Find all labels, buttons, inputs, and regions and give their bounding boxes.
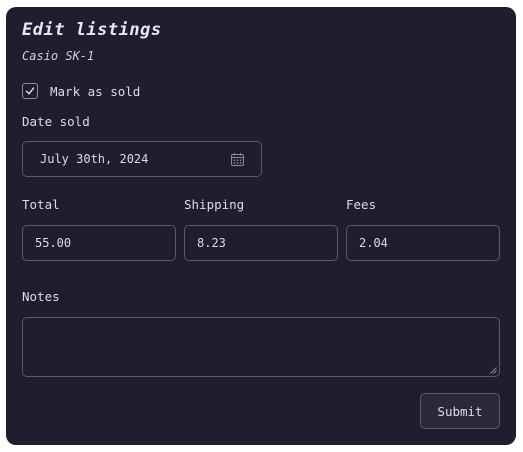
- notes-textarea[interactable]: [22, 317, 500, 377]
- mark-sold-row[interactable]: Mark as sold: [22, 82, 140, 100]
- notes-label: Notes: [22, 289, 60, 304]
- date-sold-field[interactable]: July 30th, 2024: [22, 141, 262, 177]
- shipping-value: 8.23: [197, 236, 226, 250]
- shipping-label: Shipping: [184, 197, 245, 212]
- shipping-input[interactable]: 8.23: [184, 225, 338, 261]
- form-title: Edit listings: [22, 20, 162, 40]
- fees-value: 2.04: [359, 236, 388, 250]
- total-label: Total: [22, 197, 60, 212]
- mark-sold-checkbox[interactable]: [22, 83, 38, 99]
- listing-name: Casio SK-1: [22, 49, 95, 63]
- edit-listing-card: Edit listings Casio SK-1 Mark as sold Da…: [6, 7, 516, 445]
- checkmark-icon: [25, 87, 35, 95]
- date-sold-label: Date sold: [22, 114, 90, 129]
- fees-input[interactable]: 2.04: [346, 225, 500, 261]
- fees-label: Fees: [346, 197, 377, 212]
- mark-sold-label: Mark as sold: [50, 83, 141, 99]
- calendar-icon[interactable]: [230, 152, 245, 167]
- total-input[interactable]: 55.00: [22, 225, 176, 261]
- resize-grip-icon[interactable]: [490, 367, 497, 374]
- date-sold-value: July 30th, 2024: [40, 152, 149, 166]
- total-value: 55.00: [35, 236, 72, 250]
- submit-button[interactable]: Submit: [420, 393, 500, 429]
